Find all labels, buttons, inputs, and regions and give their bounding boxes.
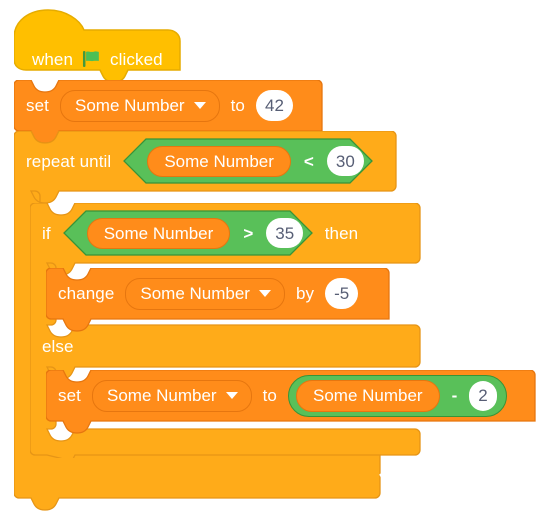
chevron-down-icon xyxy=(258,290,271,297)
variable-name: Some Number xyxy=(106,385,217,405)
label-by: by xyxy=(295,284,315,303)
chevron-down-icon xyxy=(193,102,206,109)
repeat-until-row: repeat until Some Number < 30 xyxy=(26,138,374,184)
value-input-minus-5[interactable]: -5 xyxy=(325,278,359,309)
block-set-variable-decrement[interactable]: set Some Number to Some Number - 2 xyxy=(46,370,538,434)
value-input-42[interactable]: 42 xyxy=(255,90,293,121)
loop-arrow-icon xyxy=(379,463,397,481)
label-then: then xyxy=(324,223,359,243)
script-canvas: when clicked set Some Number to 42 repea… xyxy=(0,0,549,517)
operator-symbol-greater-than: > xyxy=(243,223,254,243)
label-to: to xyxy=(230,96,245,115)
variable-dropdown-some-number[interactable]: Some Number xyxy=(91,379,252,412)
chevron-down-icon xyxy=(225,392,238,399)
boolean-contents: Some Number > 35 xyxy=(86,217,304,249)
label-clicked: clicked xyxy=(110,49,163,69)
variable-reporter-some-number[interactable]: Some Number xyxy=(295,379,440,412)
set-init-row: set Some Number to 42 xyxy=(14,80,322,131)
label-else: else xyxy=(42,336,74,356)
value-input-2[interactable]: 2 xyxy=(469,380,497,411)
hat-block-row: when clicked xyxy=(32,50,163,68)
label-set: set xyxy=(58,386,81,405)
variable-reporter-some-number[interactable]: Some Number xyxy=(147,145,291,177)
else-row: else xyxy=(42,333,74,359)
variable-name: Some Number xyxy=(140,283,250,303)
value-input-30[interactable]: 30 xyxy=(326,146,364,176)
set-decrement-row: set Some Number to Some Number - 2 xyxy=(46,370,535,421)
label-if: if xyxy=(42,223,51,243)
variable-reporter-some-number[interactable]: Some Number xyxy=(86,217,231,249)
change-by-row: change Some Number by -5 xyxy=(46,268,389,319)
block-when-flag-clicked[interactable]: when clicked xyxy=(14,8,184,83)
block-change-variable-by[interactable]: change Some Number by -5 xyxy=(46,268,391,332)
operator-symbol-less-than: < xyxy=(303,151,314,171)
operator-subtraction[interactable]: Some Number - 2 xyxy=(287,374,507,417)
value-input-35[interactable]: 35 xyxy=(266,218,304,248)
boolean-contents: Some Number < 30 xyxy=(147,145,364,177)
variable-name: Some Number xyxy=(74,95,185,115)
label-set: set xyxy=(26,96,49,115)
label-when: when xyxy=(32,49,74,69)
label-repeat-until: repeat until xyxy=(26,151,112,171)
boolean-less-than[interactable]: Some Number < 30 xyxy=(123,138,374,184)
hat-block-shape xyxy=(14,9,181,83)
if-condition-row: if Some Number > 35 then xyxy=(42,210,359,256)
boolean-greater-than[interactable]: Some Number > 35 xyxy=(62,210,313,256)
operator-symbol-minus: - xyxy=(451,386,458,405)
variable-dropdown-some-number[interactable]: Some Number xyxy=(125,277,285,310)
variable-dropdown-some-number[interactable]: Some Number xyxy=(59,89,220,122)
label-to: to xyxy=(262,386,277,405)
green-flag-icon xyxy=(83,50,99,68)
label-change: change xyxy=(58,284,115,303)
